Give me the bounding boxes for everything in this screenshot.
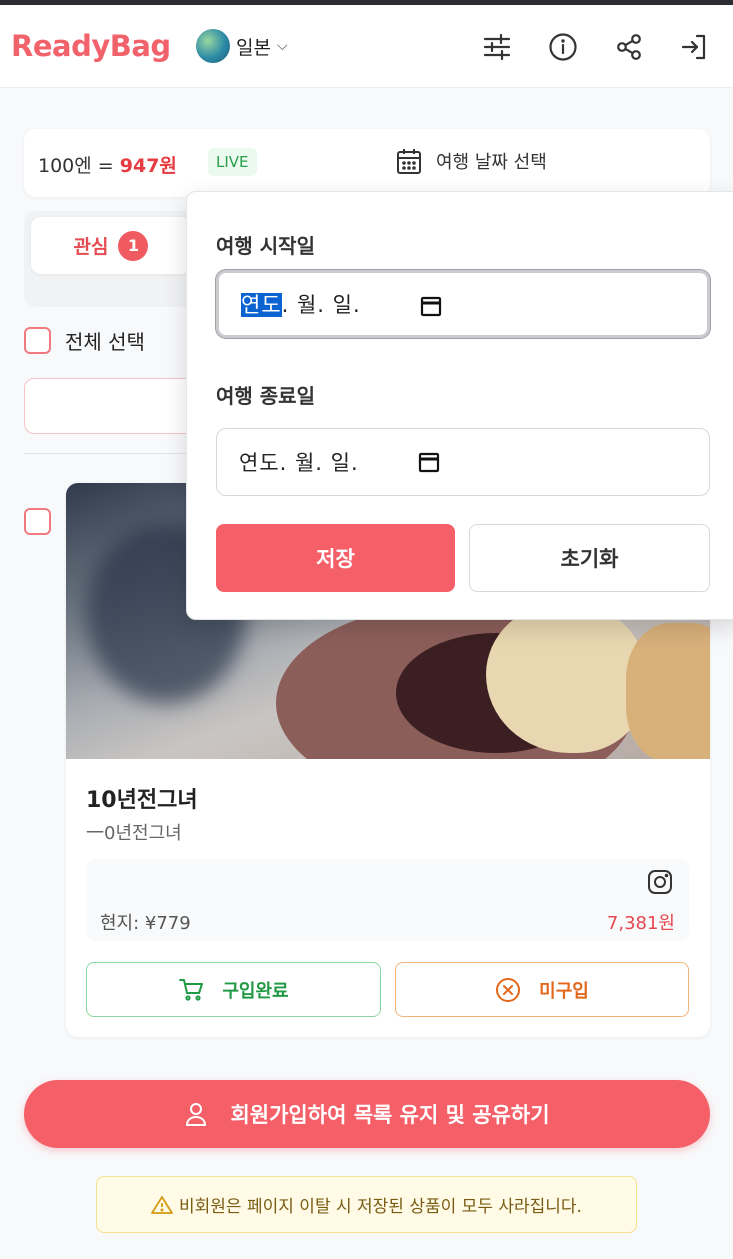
select-travel-date-button[interactable]: 여행 날짜 선택 — [396, 147, 547, 175]
not-purchased-button[interactable]: 미구입 — [395, 962, 689, 1017]
rate-prefix: 100엔 = — [38, 155, 120, 177]
warning-banner: 비회원은 페이지 이탈 시 저장된 상품이 모두 사라집니다. — [96, 1176, 637, 1233]
country-name: 일본 — [236, 36, 271, 59]
item-checkbox[interactable] — [24, 508, 51, 535]
end-date-label: 여행 종료일 — [216, 384, 315, 408]
item-title: 10년전그녀 — [86, 788, 198, 813]
chevron-down-icon: ⌵ — [276, 38, 288, 54]
tab-favorites[interactable]: 관심 1 — [31, 217, 191, 274]
purchased-label: 구입완료 — [222, 980, 289, 1002]
signup-button[interactable]: 회원가입하여 목록 유지 및 공유하기 — [24, 1080, 710, 1148]
krw-price: 7,381원 — [606, 913, 675, 934]
live-badge: LIVE — [208, 148, 257, 176]
local-price: 현지: ¥779 — [100, 913, 191, 934]
reset-button[interactable]: 초기화 — [469, 524, 710, 592]
calendar-icon — [397, 149, 421, 174]
calendar-icon[interactable] — [420, 295, 442, 317]
warning-icon — [151, 1195, 173, 1214]
user-icon — [186, 1103, 207, 1126]
save-button[interactable]: 저장 — [216, 524, 455, 592]
rate-value: 947원 — [119, 155, 177, 177]
start-date-value: 연도. 월. 일. — [241, 289, 361, 319]
start-date-year-segment: 연도 — [241, 293, 282, 317]
brand-logo[interactable]: ReadyBag — [11, 29, 171, 63]
item-subtitle: 一0년전그녀 — [86, 823, 182, 844]
tab-favorites-label: 관심 — [73, 236, 109, 258]
cart-icon — [179, 978, 204, 1001]
reset-label: 초기화 — [560, 547, 619, 571]
favorites-count-badge: 1 — [118, 230, 149, 261]
purchased-button[interactable]: 구입완료 — [86, 962, 381, 1017]
signup-label: 회원가입하여 목록 유지 및 공유하기 — [230, 1103, 550, 1127]
end-date-input[interactable]: 연도. 월. 일. — [216, 428, 710, 496]
warning-text: 비회원은 페이지 이탈 시 저장된 상품이 모두 사라집니다. — [179, 1197, 582, 1217]
price-box: 현지: ¥779 7,381원 — [86, 859, 689, 941]
end-date-value: 연도. 월. 일. — [239, 451, 359, 475]
exchange-rate-text: 100엔 = 947원 — [38, 151, 177, 178]
start-date-rest: . 월. 일. — [281, 293, 361, 317]
instagram-icon[interactable] — [647, 869, 673, 899]
travel-date-popup: 여행 시작일 연도. 월. 일. 여행 종료일 연도. 월. 일. 저장 초기화 — [186, 191, 733, 620]
select-all-label: 전체 선택 — [65, 330, 145, 354]
country-flag-icon — [196, 29, 230, 63]
start-date-input[interactable]: 연도. 월. 일. — [216, 270, 710, 338]
sliders-icon[interactable] — [479, 29, 515, 65]
save-label: 저장 — [316, 547, 355, 571]
login-icon[interactable] — [676, 29, 712, 65]
app-header: ReadyBag 일본 ⌵ — [0, 5, 733, 88]
info-icon[interactable] — [545, 29, 581, 65]
x-circle-icon — [496, 977, 521, 1002]
not-purchased-label: 미구입 — [539, 980, 589, 1002]
select-all-checkbox[interactable] — [24, 327, 51, 354]
select-all[interactable]: 전체 선택 — [24, 326, 145, 355]
start-date-label: 여행 시작일 — [216, 234, 315, 258]
country-selector[interactable]: 일본 ⌵ — [196, 29, 288, 63]
calendar-icon[interactable] — [418, 451, 440, 473]
exchange-rate-card: 100엔 = 947원 LIVE 여행 날짜 선택 — [24, 129, 710, 197]
select-travel-date-label: 여행 날짜 선택 — [436, 152, 547, 173]
share-icon[interactable] — [611, 29, 647, 65]
